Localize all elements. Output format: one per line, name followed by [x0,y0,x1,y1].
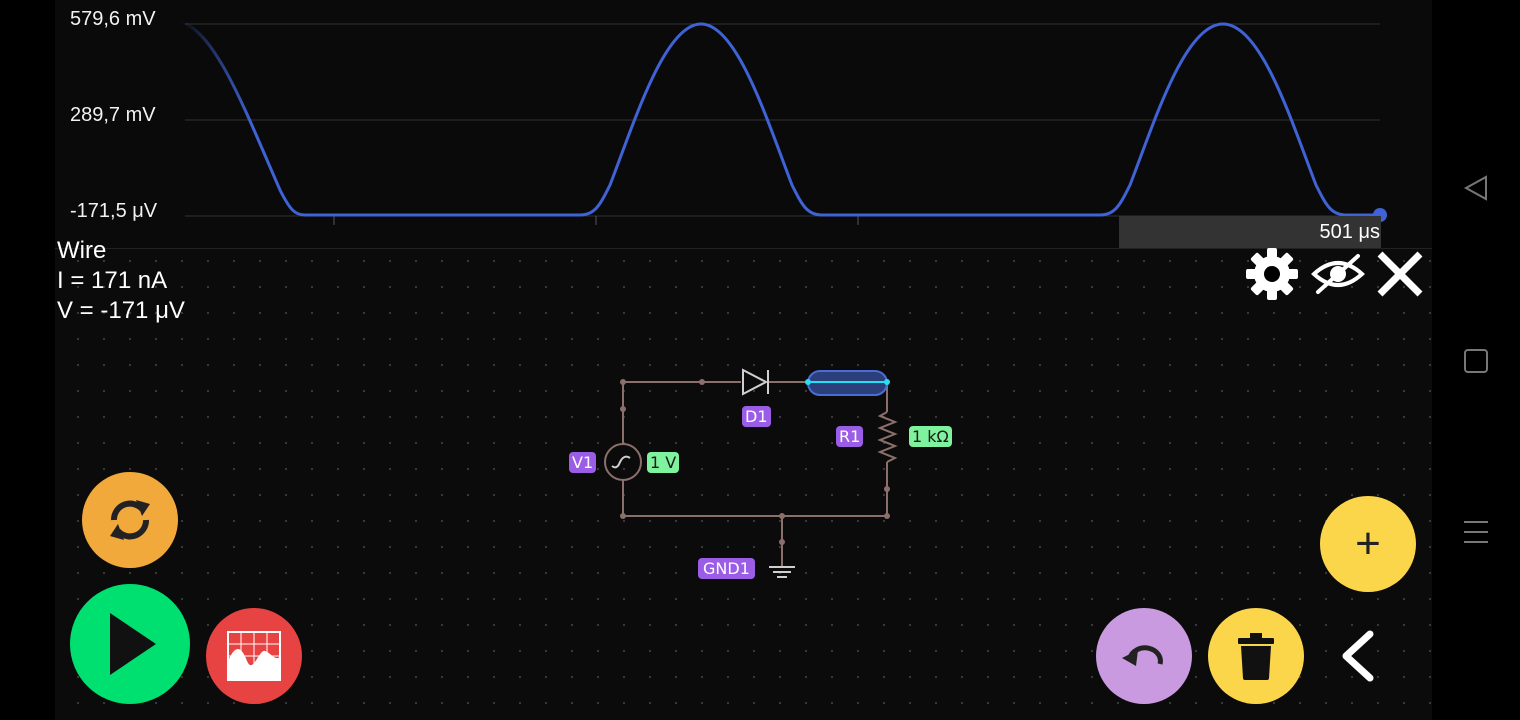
home-nav-icon[interactable] [1462,347,1490,375]
undo-button[interactable] [1096,608,1192,704]
play-button[interactable] [70,584,190,704]
source-label[interactable]: V1 [569,452,597,473]
back-nav-icon[interactable] [1462,174,1490,202]
trash-icon [1238,633,1274,680]
ac-source-symbol[interactable] [604,443,642,481]
menu-nav-icon[interactable] [1462,518,1490,546]
reset-button[interactable] [82,472,178,568]
graph-button[interactable] [206,608,302,704]
diode-symbol[interactable] [742,368,769,396]
diode-label[interactable]: D1 [742,406,771,427]
source-value[interactable]: 1 V [647,452,680,473]
plus-icon: + [1355,519,1381,568]
ground-label[interactable]: GND1 [698,558,755,579]
system-nav-bar [1432,0,1520,720]
chevron-left-icon[interactable] [1336,628,1384,684]
delete-button[interactable] [1208,608,1304,704]
graph-icon [227,631,281,681]
resistor-label[interactable]: R1 [836,426,864,447]
circuit-schematic [604,368,898,578]
refresh-icon [110,500,150,540]
play-icon [110,613,156,675]
resistor-value[interactable]: 1 kΩ [909,426,952,447]
ground-symbol[interactable] [769,566,795,578]
wire[interactable] [622,381,741,444]
undo-icon [1122,645,1163,666]
resistor-symbol[interactable] [877,411,898,463]
add-component-button[interactable]: + [1320,496,1416,592]
